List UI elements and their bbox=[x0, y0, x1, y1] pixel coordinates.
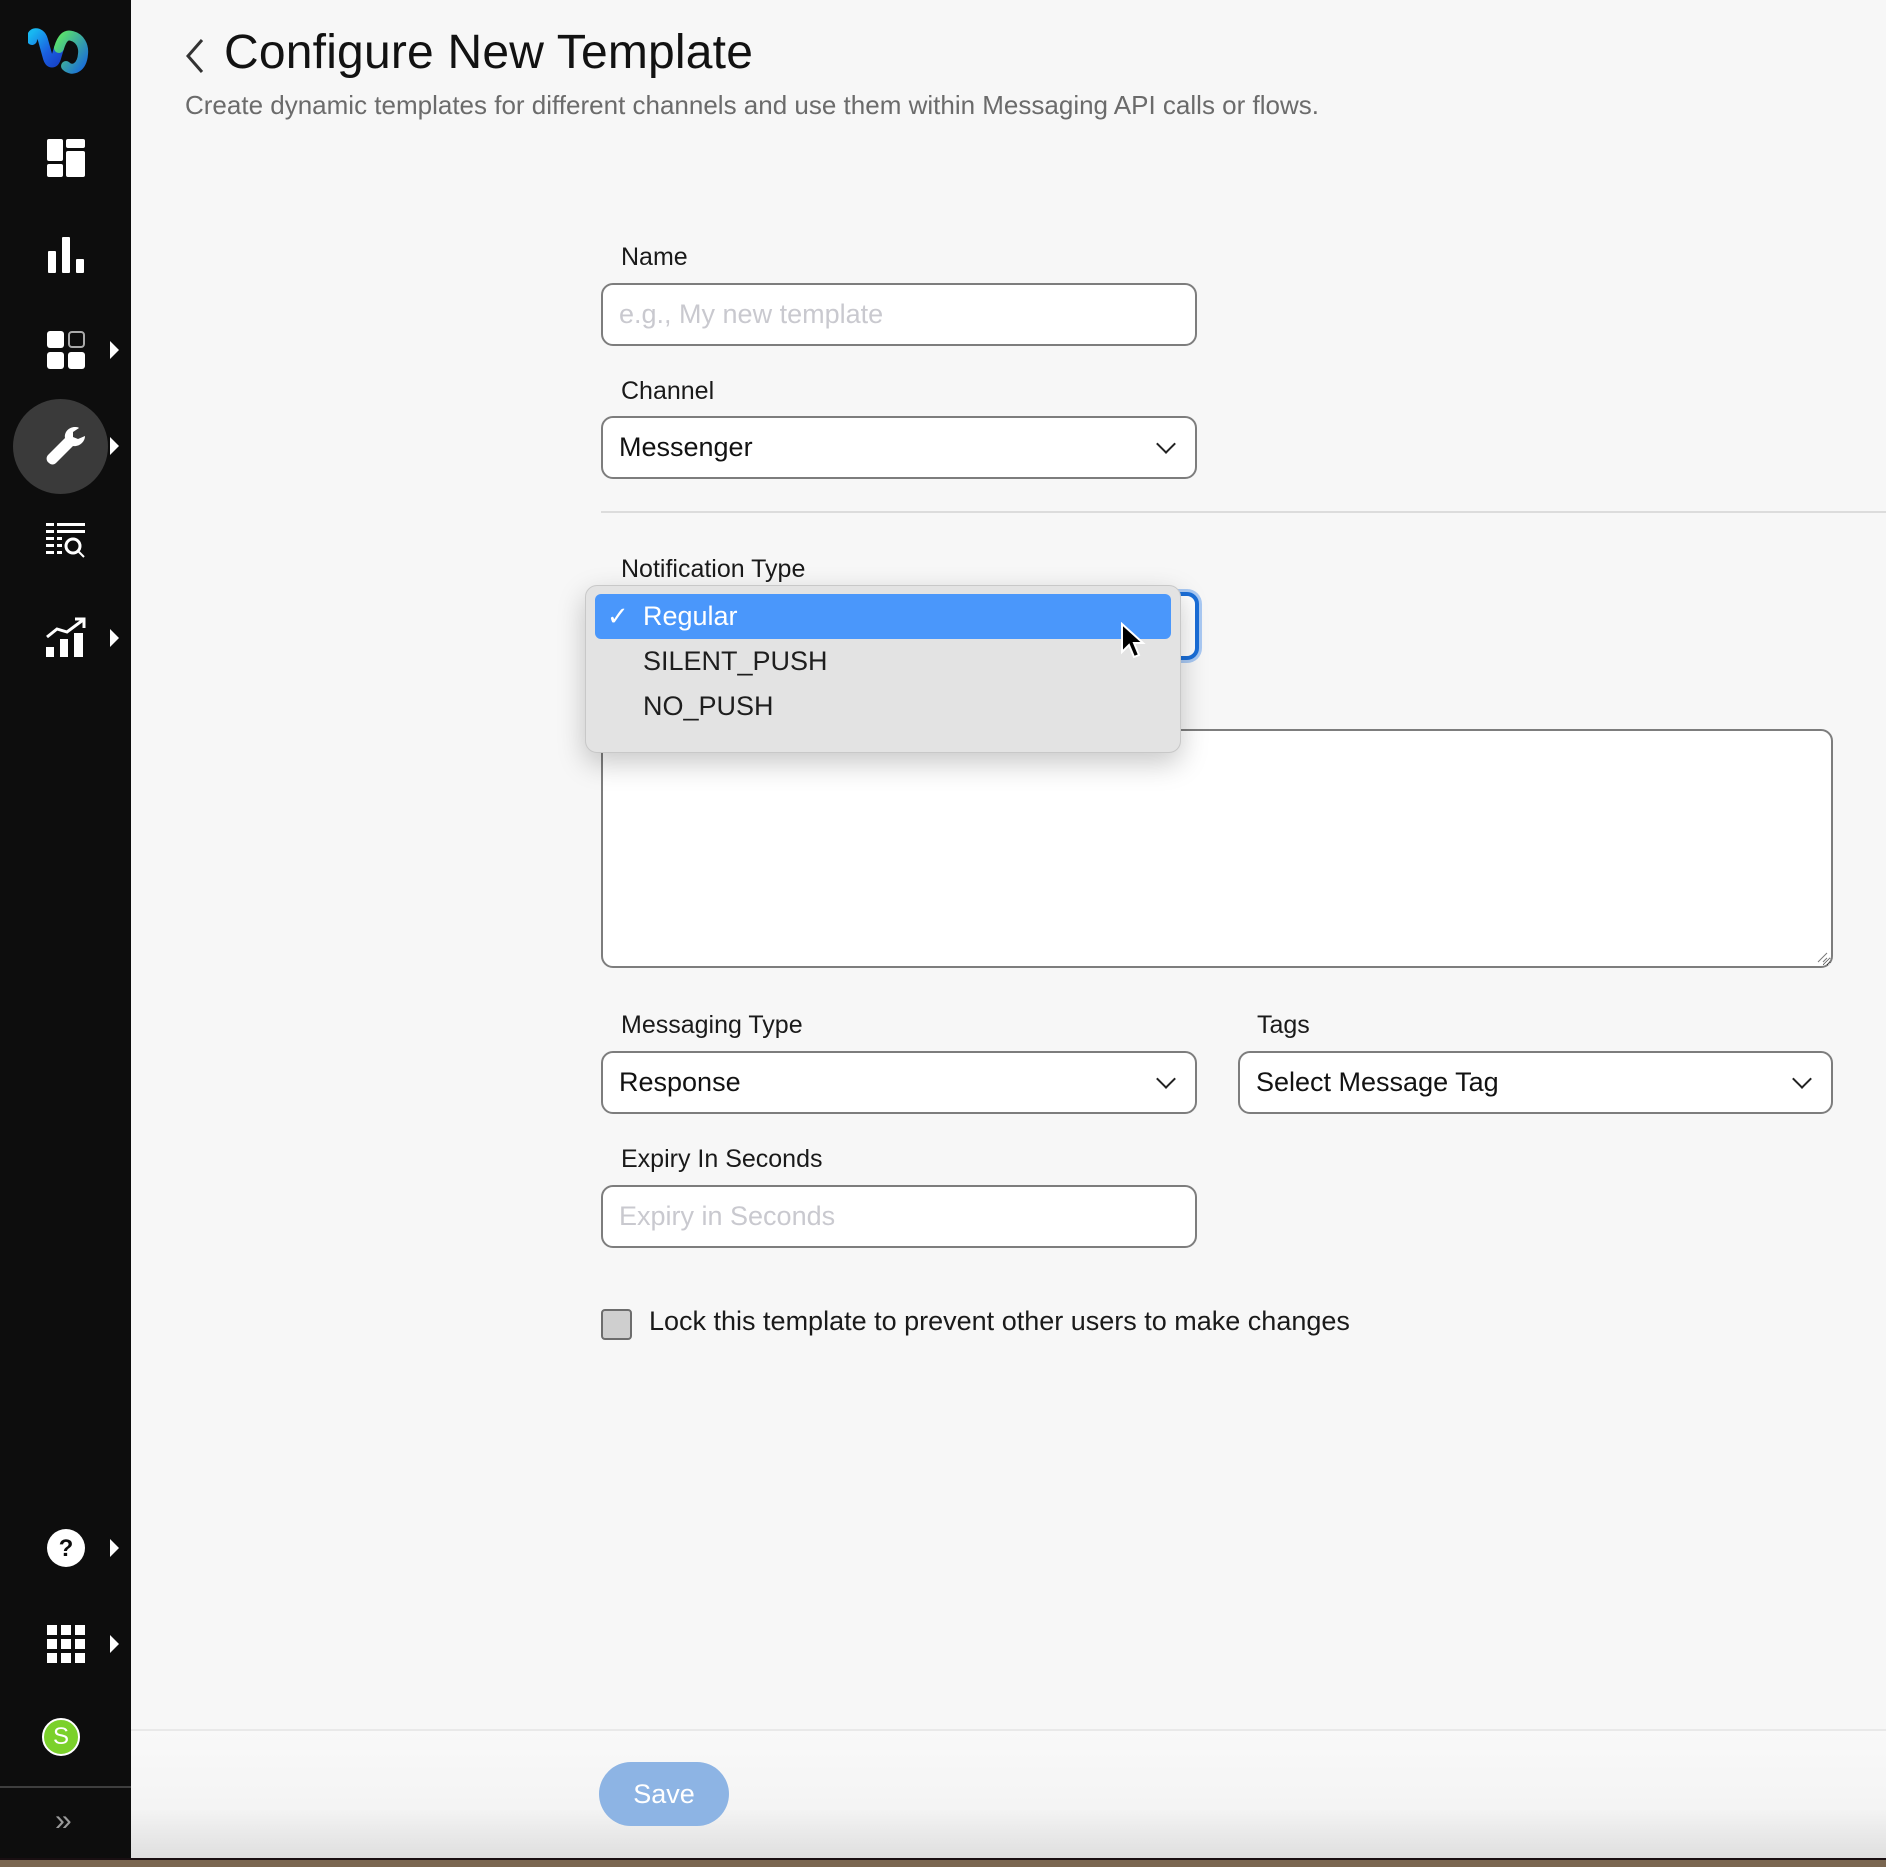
sidebar-item-apps[interactable] bbox=[0, 310, 131, 390]
resize-handle-icon[interactable] bbox=[1816, 950, 1828, 963]
dashboard-icon bbox=[44, 136, 88, 180]
dropdown-option[interactable]: SILENT_PUSH bbox=[595, 639, 1171, 684]
apps-grid-icon bbox=[44, 328, 88, 372]
sidebar-item-app-launcher[interactable] bbox=[0, 1604, 131, 1684]
sidebar-item-dashboard[interactable] bbox=[0, 118, 131, 198]
section-divider bbox=[601, 511, 1886, 513]
tags-value: Select Message Tag bbox=[1256, 1067, 1499, 1097]
dropdown-option[interactable]: NO_PUSH bbox=[595, 684, 1171, 729]
submenu-caret-icon bbox=[110, 1539, 119, 1557]
message-body-textarea[interactable] bbox=[601, 729, 1833, 968]
sidebar-item-tools[interactable] bbox=[0, 399, 131, 494]
window-bottom-edge bbox=[0, 1858, 1886, 1867]
checkmark-icon: ✓ bbox=[607, 601, 629, 631]
submenu-caret-icon bbox=[110, 1635, 119, 1653]
channel-label: Channel bbox=[621, 377, 715, 405]
submenu-caret-icon bbox=[110, 437, 119, 455]
page-subtitle: Create dynamic templates for different c… bbox=[185, 90, 1319, 120]
chevron-down-icon bbox=[1156, 433, 1176, 454]
submenu-caret-icon bbox=[110, 341, 119, 359]
svg-text:?: ? bbox=[58, 1535, 73, 1562]
notification-type-dropdown: ✓ Regular SILENT_PUSH NO_PUSH bbox=[585, 585, 1181, 753]
expand-sidebar-icon[interactable]: » bbox=[55, 1806, 72, 1836]
sidebar-item-reports[interactable] bbox=[0, 598, 131, 678]
bar-chart-icon bbox=[44, 233, 88, 277]
channel-value: Messenger bbox=[619, 432, 753, 462]
notification-type-label: Notification Type bbox=[621, 555, 806, 583]
page-title: Configure New Template bbox=[224, 26, 754, 79]
chevron-down-icon bbox=[1792, 1068, 1812, 1089]
help-icon: ? bbox=[44, 1526, 88, 1570]
app-launcher-icon bbox=[44, 1622, 88, 1666]
expiry-input[interactable] bbox=[601, 1185, 1197, 1248]
messaging-type-select[interactable]: Response bbox=[601, 1051, 1197, 1114]
dropdown-option[interactable]: ✓ Regular bbox=[595, 594, 1171, 639]
sidebar-divider bbox=[0, 1786, 131, 1788]
mouse-cursor-icon bbox=[1120, 621, 1146, 660]
list-search-icon bbox=[44, 520, 88, 564]
messaging-type-value: Response bbox=[619, 1067, 741, 1097]
name-label: Name bbox=[621, 243, 688, 271]
tags-select[interactable]: Select Message Tag bbox=[1238, 1051, 1833, 1114]
lock-template-label[interactable]: Lock this template to prevent other user… bbox=[649, 1306, 1350, 1337]
user-avatar[interactable]: S bbox=[42, 1718, 80, 1756]
growth-chart-icon bbox=[44, 616, 88, 660]
submenu-caret-icon bbox=[110, 629, 119, 647]
sidebar-item-logs[interactable] bbox=[0, 502, 131, 582]
save-button[interactable]: Save bbox=[599, 1762, 729, 1826]
tags-label: Tags bbox=[1257, 1011, 1310, 1039]
webex-logo-icon[interactable] bbox=[26, 28, 90, 74]
channel-select[interactable]: Messenger bbox=[601, 416, 1197, 479]
chevron-down-icon bbox=[1156, 1068, 1176, 1089]
expiry-label: Expiry In Seconds bbox=[621, 1145, 823, 1173]
lock-template-checkbox[interactable] bbox=[601, 1309, 632, 1340]
wrench-icon bbox=[44, 424, 88, 468]
messaging-type-label: Messaging Type bbox=[621, 1011, 803, 1039]
sidebar: ? S » bbox=[0, 0, 131, 1858]
back-chevron-icon[interactable] bbox=[183, 36, 207, 76]
sidebar-item-help[interactable]: ? bbox=[0, 1508, 131, 1588]
name-input[interactable] bbox=[601, 283, 1197, 346]
sidebar-item-analytics[interactable] bbox=[0, 215, 131, 295]
footer-bar bbox=[131, 1729, 1886, 1860]
